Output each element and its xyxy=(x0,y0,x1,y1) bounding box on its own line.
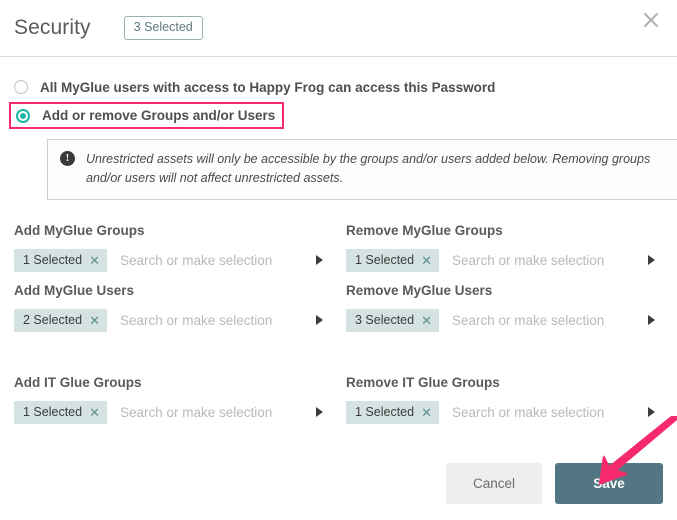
dialog-header: Security 3 Selected xyxy=(0,0,677,57)
chip-label: 1 Selected xyxy=(355,405,415,419)
dialog-body: All MyGlue users with access to Happy Fr… xyxy=(0,57,677,425)
select-input-placeholder[interactable]: Search or make selection xyxy=(120,253,316,268)
chip-label: 2 Selected xyxy=(23,313,83,327)
field-label-add-myglue-groups: Add MyGlue Groups xyxy=(14,223,145,238)
field-add-itglue-groups: Add IT Glue Groups 1 Selected ✕ Search o… xyxy=(14,375,331,425)
radio-icon-unselected xyxy=(14,80,28,94)
chip-remove-icon[interactable]: ✕ xyxy=(89,254,100,267)
select-input-placeholder[interactable]: Search or make selection xyxy=(120,313,316,328)
chip-remove-icon[interactable]: ✕ xyxy=(421,406,432,419)
info-notice-text: Unrestricted assets will only be accessi… xyxy=(86,152,651,185)
field-remove-myglue-groups: Remove MyGlue Groups 1 Selected ✕ Search… xyxy=(346,223,663,273)
chip-label: 1 Selected xyxy=(355,253,415,267)
field-label-remove-myglue-groups: Remove MyGlue Groups xyxy=(346,223,503,238)
select-input-placeholder[interactable]: Search or make selection xyxy=(452,313,648,328)
chevron-right-icon[interactable] xyxy=(648,255,655,265)
field-label-add-myglue-users: Add MyGlue Users xyxy=(14,283,135,298)
field-label-remove-itglue-groups: Remove IT Glue Groups xyxy=(346,375,500,390)
field-row-myglue-groups: Add MyGlue Groups 1 Selected ✕ Search or… xyxy=(14,223,663,273)
info-notice: ! Unrestricted assets will only be acces… xyxy=(47,139,677,200)
chip-remove-icon[interactable]: ✕ xyxy=(421,254,432,267)
field-remove-itglue-groups: Remove IT Glue Groups 1 Selected ✕ Searc… xyxy=(346,375,663,425)
field-add-myglue-groups: Add MyGlue Groups 1 Selected ✕ Search or… xyxy=(14,223,331,273)
close-icon[interactable] xyxy=(638,7,664,33)
chip-label: 1 Selected xyxy=(23,253,83,267)
dialog-footer: Cancel Save xyxy=(446,463,663,504)
exclamation-circle-icon: ! xyxy=(60,151,75,166)
chip-selected-count[interactable]: 1 Selected ✕ xyxy=(14,248,107,272)
select-remove-myglue-users[interactable]: 3 Selected ✕ Search or make selection xyxy=(346,307,663,333)
close-icon-glyph xyxy=(644,13,658,27)
radio-option-all-users[interactable]: All MyGlue users with access to Happy Fr… xyxy=(14,75,663,99)
status-badge: 3 Selected xyxy=(123,16,203,40)
select-input-placeholder[interactable]: Search or make selection xyxy=(120,405,316,420)
field-label-remove-myglue-users: Remove MyGlue Users xyxy=(346,283,493,298)
radio-icon-selected xyxy=(16,108,30,123)
field-grid: Add MyGlue Groups 1 Selected ✕ Search or… xyxy=(14,223,663,425)
field-remove-myglue-users: Remove MyGlue Users 3 Selected ✕ Search … xyxy=(346,283,663,333)
chip-label: 1 Selected xyxy=(23,405,83,419)
chip-remove-icon[interactable]: ✕ xyxy=(421,314,432,327)
chevron-right-icon[interactable] xyxy=(316,407,323,417)
select-add-myglue-users[interactable]: 2 Selected ✕ Search or make selection xyxy=(14,307,331,333)
chip-selected-count[interactable]: 1 Selected ✕ xyxy=(346,248,439,272)
select-remove-myglue-groups[interactable]: 1 Selected ✕ Search or make selection xyxy=(346,247,663,273)
chip-selected-count[interactable]: 1 Selected ✕ xyxy=(346,400,439,424)
chip-label: 3 Selected xyxy=(355,313,415,327)
select-add-itglue-groups[interactable]: 1 Selected ✕ Search or make selection xyxy=(14,399,331,425)
chevron-right-icon[interactable] xyxy=(316,315,323,325)
cancel-button[interactable]: Cancel xyxy=(446,463,542,504)
select-add-myglue-groups[interactable]: 1 Selected ✕ Search or make selection xyxy=(14,247,331,273)
select-input-placeholder[interactable]: Search or make selection xyxy=(452,405,648,420)
chip-selected-count[interactable]: 3 Selected ✕ xyxy=(346,308,439,332)
field-add-myglue-users: Add MyGlue Users 2 Selected ✕ Search or … xyxy=(14,283,331,333)
radio-option-add-remove[interactable]: Add or remove Groups and/or Users xyxy=(9,102,284,129)
radio-label-add-remove: Add or remove Groups and/or Users xyxy=(42,108,276,123)
page-title: Security xyxy=(14,16,91,39)
save-button[interactable]: Save xyxy=(555,463,663,504)
chevron-right-icon[interactable] xyxy=(648,315,655,325)
chip-selected-count[interactable]: 1 Selected ✕ xyxy=(14,400,107,424)
chip-remove-icon[interactable]: ✕ xyxy=(89,314,100,327)
chevron-right-icon[interactable] xyxy=(648,407,655,417)
chip-remove-icon[interactable]: ✕ xyxy=(89,406,100,419)
field-label-add-itglue-groups: Add IT Glue Groups xyxy=(14,375,142,390)
field-row-itglue-groups: Add IT Glue Groups 1 Selected ✕ Search o… xyxy=(14,375,663,425)
select-input-placeholder[interactable]: Search or make selection xyxy=(452,253,648,268)
chip-selected-count[interactable]: 2 Selected ✕ xyxy=(14,308,107,332)
radio-label-all-users: All MyGlue users with access to Happy Fr… xyxy=(40,79,496,95)
select-remove-itglue-groups[interactable]: 1 Selected ✕ Search or make selection xyxy=(346,399,663,425)
chevron-right-icon[interactable] xyxy=(316,255,323,265)
radio-dot xyxy=(20,112,26,119)
field-row-myglue-users: Add MyGlue Users 2 Selected ✕ Search or … xyxy=(14,283,663,333)
